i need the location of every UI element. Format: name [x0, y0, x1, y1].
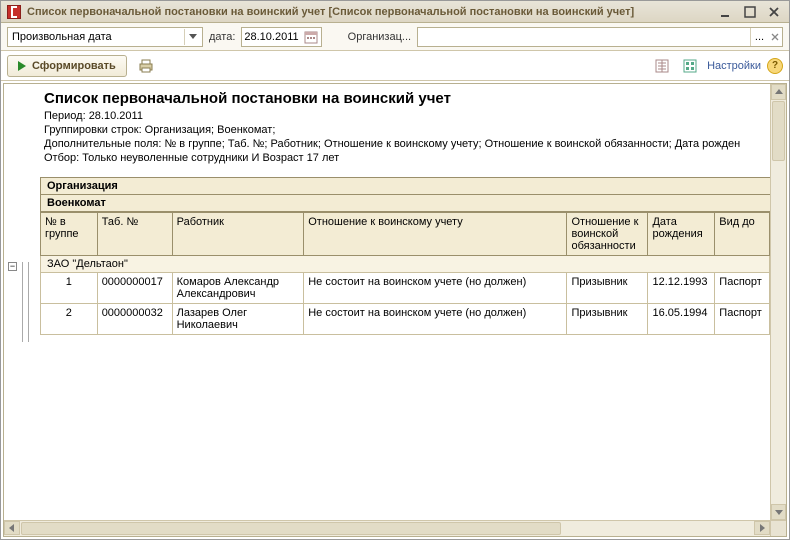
col-worker: Работник	[172, 213, 304, 256]
cell-n: 2	[41, 304, 98, 335]
cell-doc: Паспорт	[715, 273, 770, 304]
group-row-label: ЗАО "Дельтаон"	[41, 256, 770, 273]
org-input[interactable]	[418, 28, 750, 46]
chevron-down-icon[interactable]	[184, 29, 200, 45]
col-rel1: Отношение к воинскому учету	[304, 213, 567, 256]
col-tab: Таб. №	[97, 213, 172, 256]
band-voenkomat: Военкомат	[40, 195, 770, 212]
cell-tab: 0000000032	[97, 304, 172, 335]
date-label: дата:	[209, 31, 235, 43]
period-dropdown[interactable]: Произвольная дата	[7, 27, 203, 47]
action-toolbar: Сформировать Настройки ?	[1, 51, 789, 81]
tree-line-2	[28, 262, 29, 342]
cell-n: 1	[41, 273, 98, 304]
org-input-container: ...	[417, 27, 783, 47]
scroll-left-icon[interactable]	[4, 521, 20, 535]
scroll-corner	[770, 520, 786, 536]
date-value: 28.10.2011	[244, 31, 298, 43]
tree-line	[22, 262, 23, 342]
scroll-down-icon[interactable]	[771, 504, 786, 520]
org-label: Организац...	[348, 31, 411, 43]
settings-link[interactable]: Настройки	[707, 60, 761, 72]
col-doc: Вид до	[715, 213, 770, 256]
play-icon	[18, 61, 26, 71]
scroll-right-icon[interactable]	[754, 521, 770, 535]
settings-icon-button[interactable]	[679, 55, 701, 77]
col-rel2: Отношение к воинской обязанности	[567, 213, 648, 256]
table-row[interactable]: 2 0000000032 Лазарев Олег Николаевич Не …	[41, 304, 770, 335]
period-dropdown-value: Произвольная дата	[12, 31, 112, 43]
report-meta-fields: Дополнительные поля: № в группе; Таб. №;…	[44, 137, 766, 151]
tree-gutter: −	[4, 84, 40, 520]
table-header-row: № в группе Таб. № Работник Отношение к в…	[41, 213, 770, 256]
maximize-button[interactable]	[741, 4, 759, 20]
cell-worker: Комаров Александр Александрович	[172, 273, 304, 304]
scroll-h-thumb[interactable]	[21, 522, 561, 535]
cell-rel1: Не состоит на воинском учете (но должен)	[304, 304, 567, 335]
col-dob: Дата рождения	[648, 213, 715, 256]
close-button[interactable]	[765, 4, 783, 20]
group-row[interactable]: ЗАО "Дельтаон"	[41, 256, 770, 273]
report-meta-groups: Группировки строк: Организация; Военкома…	[44, 123, 766, 137]
calendar-icon[interactable]	[303, 29, 319, 45]
report-content: − Список первоначальной постановки на во…	[4, 84, 770, 520]
report-table: № в группе Таб. № Работник Отношение к в…	[40, 212, 770, 335]
table-row[interactable]: 1 0000000017 Комаров Александр Александр…	[41, 273, 770, 304]
date-input[interactable]: 28.10.2011	[241, 27, 321, 47]
cell-rel2: Призывник	[567, 273, 648, 304]
scroll-v-thumb[interactable]	[772, 101, 785, 161]
app-icon	[7, 5, 21, 19]
cell-worker: Лазарев Олег Николаевич	[172, 304, 304, 335]
scroll-up-icon[interactable]	[771, 84, 786, 100]
form-button[interactable]: Сформировать	[7, 55, 127, 77]
period-toolbar: Произвольная дата дата: 28.10.2011 Орган…	[1, 23, 789, 51]
org-clear-button[interactable]	[768, 28, 782, 46]
vertical-scrollbar[interactable]	[770, 84, 786, 520]
minimize-button[interactable]	[717, 4, 735, 20]
report-title: Список первоначальной постановки на воин…	[40, 84, 770, 109]
report-meta-filter: Отбор: Только неуволенные сотрудники И В…	[44, 151, 766, 165]
report-area: − Список первоначальной постановки на во…	[3, 83, 787, 537]
window: Список первоначальной постановки на воин…	[0, 0, 790, 540]
cell-doc: Паспорт	[715, 304, 770, 335]
band-organization: Организация	[40, 177, 770, 195]
cell-dob: 16.05.1994	[648, 304, 715, 335]
window-title: Список первоначальной постановки на воин…	[27, 6, 711, 18]
titlebar: Список первоначальной постановки на воин…	[1, 1, 789, 23]
org-select-button[interactable]: ...	[750, 28, 768, 46]
cell-dob: 12.12.1993	[648, 273, 715, 304]
form-button-label: Сформировать	[32, 60, 116, 72]
print-button[interactable]	[135, 55, 157, 77]
horizontal-scrollbar[interactable]	[4, 520, 770, 536]
report-meta-period: Период: 28.10.2011	[44, 109, 766, 123]
sum-button[interactable]	[651, 55, 673, 77]
col-n: № в группе	[41, 213, 98, 256]
help-button[interactable]: ?	[767, 58, 783, 74]
cell-rel1: Не состоит на воинском учете (но должен)	[304, 273, 567, 304]
tree-toggle-1[interactable]: −	[8, 262, 17, 271]
cell-tab: 0000000017	[97, 273, 172, 304]
cell-rel2: Призывник	[567, 304, 648, 335]
report-meta: Период: 28.10.2011 Группировки строк: Ор…	[40, 109, 770, 171]
